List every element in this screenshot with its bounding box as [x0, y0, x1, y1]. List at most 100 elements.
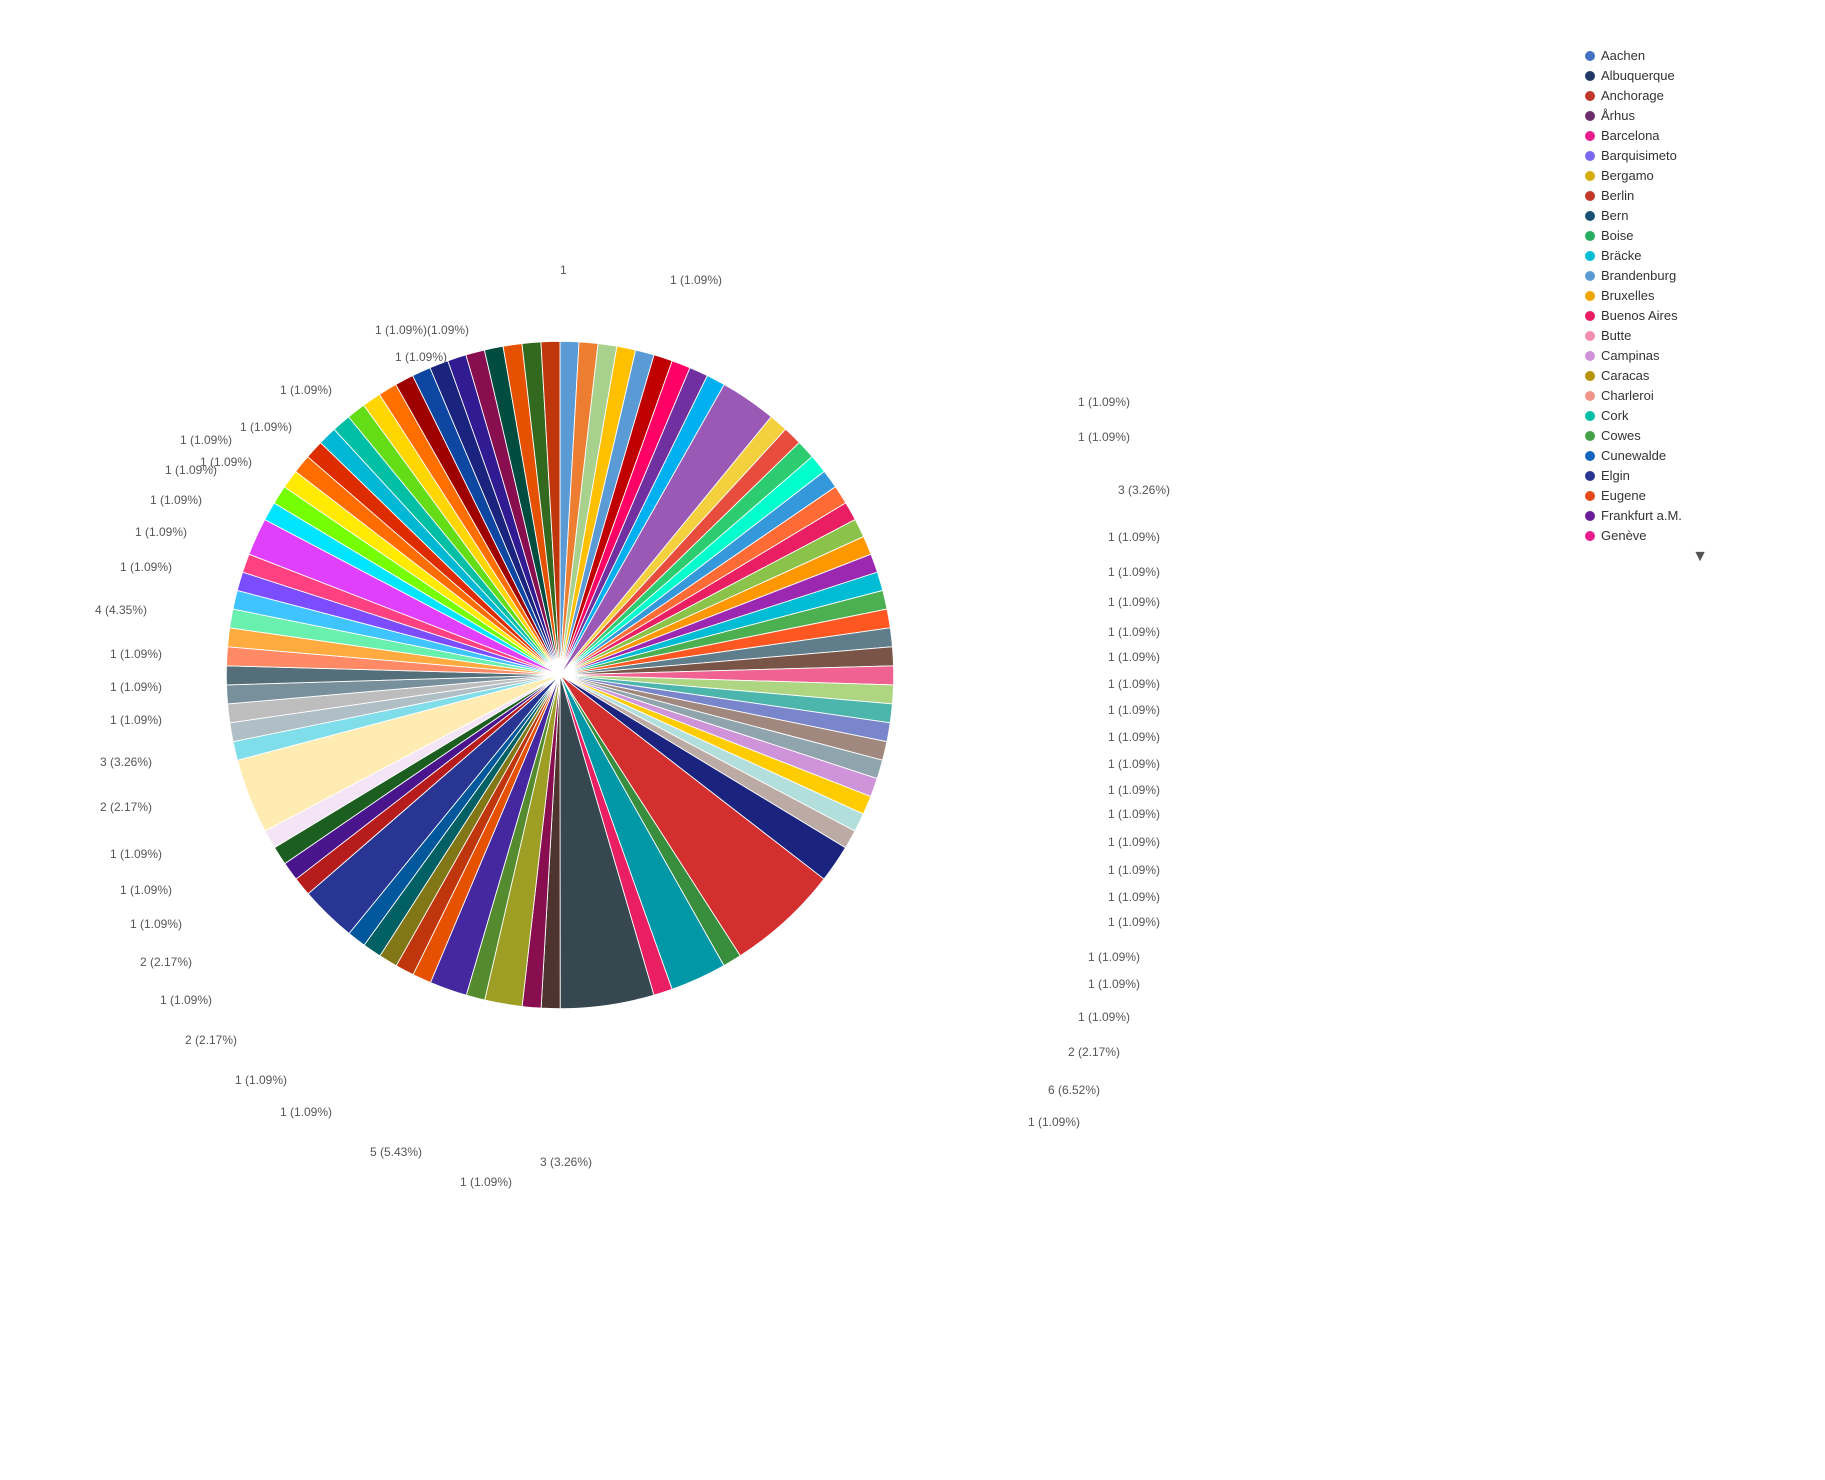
legend-color-dot: [1585, 131, 1595, 141]
legend-label: Elgin: [1601, 468, 1630, 483]
legend-label: Charleroi: [1601, 388, 1654, 403]
legend-label: Barquisimeto: [1601, 148, 1677, 163]
legend-label: Barcelona: [1601, 128, 1660, 143]
legend-color-dot: [1585, 371, 1595, 381]
legend-label: Buenos Aires: [1601, 308, 1678, 323]
legend-label: Boise: [1601, 228, 1634, 243]
label-l-6: 4 (4.35%): [95, 603, 147, 617]
label-tl-3: 1 (1.09%): [280, 383, 332, 397]
label-l-4: 1 (1.09%): [110, 680, 162, 694]
label-r-6: 1 (1.09%): [1108, 595, 1160, 609]
label-l-7: 1 (1.09%): [120, 560, 172, 574]
label-r-17: 1 (1.09%): [1108, 890, 1160, 904]
legend-item: Cork: [1585, 408, 1815, 423]
legend-item: Bergamo: [1585, 168, 1815, 183]
label-br-5: 6 (6.52%): [1048, 1083, 1100, 1097]
label-br-2: 1 (1.09%): [1088, 977, 1140, 991]
legend-label: Bern: [1601, 208, 1628, 223]
label-bl-8: 1 (1.09%): [110, 847, 162, 861]
legend: Aachen Albuquerque Anchorage Århus Barcelona…: [1585, 40, 1815, 566]
legend-color-dot: [1585, 511, 1595, 521]
legend-item: Frankfurt a.M.: [1585, 508, 1815, 523]
legend-item: Caracas: [1585, 368, 1815, 383]
legend-label: Frankfurt a.M.: [1601, 508, 1682, 523]
label-bl-2: 1 (1.09%): [235, 1073, 287, 1087]
legend-color-dot: [1585, 111, 1595, 121]
legend-color-dot: [1585, 231, 1595, 241]
label-r-15: 1 (1.09%): [1108, 835, 1160, 849]
legend-label: Cunewalde: [1601, 448, 1666, 463]
legend-color-dot: [1585, 171, 1595, 181]
label-r-3: 3 (3.26%): [1118, 483, 1170, 497]
legend-item: Cowes: [1585, 428, 1815, 443]
label-bl-3: 2 (2.17%): [185, 1033, 237, 1047]
legend-item: Århus: [1585, 108, 1815, 123]
label-b-2: 1 (1.09%): [460, 1175, 512, 1189]
label-r-12: 1 (1.09%): [1108, 757, 1160, 771]
legend-label: Genève: [1601, 528, 1647, 543]
label-r-11: 1 (1.09%): [1108, 730, 1160, 744]
label-l-3: 1 (1.09%): [110, 713, 162, 727]
legend-scroll-arrow[interactable]: ▼: [1585, 548, 1815, 566]
label-r-8: 1 (1.09%): [1108, 650, 1160, 664]
label-l-9: 1 (1.09%): [150, 493, 202, 507]
label-br-6: 1 (1.09%): [1028, 1115, 1080, 1129]
legend-label: Aachen: [1601, 48, 1645, 63]
legend-label: Campinas: [1601, 348, 1660, 363]
legend-label: Bräcke: [1601, 248, 1641, 263]
legend-label: Brandenburg: [1601, 268, 1676, 283]
legend-item: Campinas: [1585, 348, 1815, 363]
legend-color-dot: [1585, 311, 1595, 321]
label-br-3: 1 (1.09%): [1078, 1010, 1130, 1024]
label-r-2: 1 (1.09%): [1078, 430, 1130, 444]
label-l-8: 1 (1.09%): [135, 525, 187, 539]
legend-item: Elgin: [1585, 468, 1815, 483]
label-b-1: 3 (3.26%): [540, 1155, 592, 1169]
label-l-10: 1 (1.09%): [165, 463, 217, 477]
legend-color-dot: [1585, 271, 1595, 281]
legend-color-dot: [1585, 431, 1595, 441]
legend-color-dot: [1585, 531, 1595, 541]
legend-color-dot: [1585, 251, 1595, 261]
label-br-1: 1 (1.09%): [1088, 950, 1140, 964]
legend-item: Genève: [1585, 528, 1815, 543]
legend-item: Bräcke: [1585, 248, 1815, 263]
label-bl-6: 1 (1.09%): [130, 917, 182, 931]
label-br-4: 2 (2.17%): [1068, 1045, 1120, 1059]
label-r-13: 1 (1.09%): [1108, 783, 1160, 797]
legend-item: Aachen: [1585, 48, 1815, 63]
legend-item: Bruxelles: [1585, 288, 1815, 303]
label-r-16: 1 (1.09%): [1108, 863, 1160, 877]
legend-color-dot: [1585, 91, 1595, 101]
label-r-1: 1 (1.09%): [1078, 395, 1130, 409]
legend-label: Caracas: [1601, 368, 1649, 383]
label-r-4: 1 (1.09%): [1108, 530, 1160, 544]
legend-item: Charleroi: [1585, 388, 1815, 403]
legend-color-dot: [1585, 391, 1595, 401]
label-tl-1: 1 (1.09%)(1.09%): [375, 323, 469, 337]
legend-label: Cowes: [1601, 428, 1641, 443]
legend-item: Anchorage: [1585, 88, 1815, 103]
legend-label: Bergamo: [1601, 168, 1654, 183]
label-l-1: 2 (2.17%): [100, 800, 152, 814]
legend-label: Albuquerque: [1601, 68, 1675, 83]
legend-color-dot: [1585, 411, 1595, 421]
legend-label: Århus: [1601, 108, 1635, 123]
legend-color-dot: [1585, 331, 1595, 341]
legend-item: Boise: [1585, 228, 1815, 243]
legend-item: Eugene: [1585, 488, 1815, 503]
legend-item: Cunewalde: [1585, 448, 1815, 463]
legend-label: Berlin: [1601, 188, 1634, 203]
legend-color-dot: [1585, 191, 1595, 201]
label-l-5: 1 (1.09%): [110, 647, 162, 661]
label-top-2: 1 (1.09%): [670, 273, 722, 287]
legend-color-dot: [1585, 491, 1595, 501]
legend-color-dot: [1585, 351, 1595, 361]
label-r-14: 1 (1.09%): [1108, 807, 1160, 821]
label-l-11: 1 (1.09%): [180, 433, 232, 447]
legend-item: Albuquerque: [1585, 68, 1815, 83]
legend-item: Buenos Aires: [1585, 308, 1815, 323]
legend-color-dot: [1585, 291, 1595, 301]
label-r-9: 1 (1.09%): [1108, 677, 1160, 691]
label-r-18: 1 (1.09%): [1108, 915, 1160, 929]
